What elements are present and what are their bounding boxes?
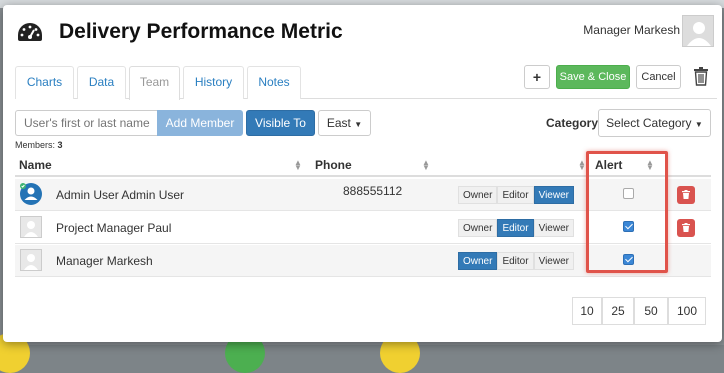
sort-icon[interactable]: ▲ ▼ (422, 159, 430, 172)
dashboard-gauge-icon (18, 23, 42, 41)
trash-icon (682, 190, 690, 199)
page-size-100[interactable]: 100 (668, 297, 706, 325)
user-silhouette-icon (24, 254, 38, 270)
member-name: Manager Markesh (56, 254, 153, 268)
visible-to-button[interactable]: Visible To (246, 110, 315, 136)
role-owner-button[interactable]: Owner (458, 186, 498, 204)
sort-icon[interactable]: ▲ ▼ (294, 159, 302, 172)
alert-checkbox[interactable] (623, 254, 634, 265)
role-viewer-button[interactable]: Viewer (533, 219, 574, 237)
user-silhouette-icon (687, 22, 711, 46)
role-toggle-group: Owner Editor Viewer (458, 219, 574, 237)
table-row: Project Manager Paul Owner Editor Viewer (15, 212, 711, 244)
members-count-value: 3 (57, 140, 63, 150)
role-viewer-button[interactable]: Viewer (533, 186, 574, 204)
sort-icon[interactable]: ▲ ▼ (646, 159, 654, 172)
category-select-label: Select Category (606, 116, 692, 130)
table-header: Name ▲ ▼ Phone ▲ ▼ ▲ ▼ Alert ▲ ▼ (15, 153, 711, 177)
category-label: Category (546, 116, 599, 130)
delete-member-button[interactable] (677, 219, 695, 237)
members-count: Members: 3 (15, 140, 63, 150)
admin-user-icon (20, 183, 42, 205)
tab-team[interactable]: Team (129, 66, 180, 100)
role-toggle-group: Owner Editor Viewer (458, 186, 574, 204)
cancel-button[interactable]: Cancel (636, 65, 681, 89)
page-size-25[interactable]: 25 (602, 297, 634, 325)
member-phone: 888555112 (343, 184, 403, 198)
page-size-50[interactable]: 50 (634, 297, 668, 325)
modal-header: Delivery Performance Metric Manager Mark… (3, 5, 722, 57)
column-header-phone[interactable]: Phone (315, 158, 352, 172)
current-user-avatar[interactable] (682, 15, 714, 47)
member-search-input[interactable] (15, 110, 160, 136)
team-modal: Delivery Performance Metric Manager Mark… (3, 5, 722, 342)
role-editor-button[interactable]: Editor (497, 252, 534, 270)
member-avatar (20, 216, 42, 238)
column-header-name[interactable]: Name (19, 158, 52, 172)
delete-member-button[interactable] (677, 186, 695, 204)
tab-notes[interactable]: Notes (247, 66, 301, 99)
add-member-button[interactable]: Add Member (157, 110, 243, 136)
role-toggle-group: Owner Editor Viewer (458, 252, 574, 270)
trash-icon (682, 223, 690, 232)
role-editor-button[interactable]: Editor (497, 186, 534, 204)
region-dropdown[interactable]: East ▼ (318, 110, 371, 136)
table-row: Admin User Admin User 888555112 Owner Ed… (15, 179, 711, 211)
modal-title: Delivery Performance Metric (59, 20, 343, 43)
tab-charts[interactable]: Charts (15, 66, 74, 99)
add-button[interactable]: + (524, 65, 550, 89)
page-size-selector: 10 25 50 100 (572, 297, 706, 325)
tab-history[interactable]: History (183, 66, 244, 99)
page-size-10[interactable]: 10 (572, 297, 602, 325)
member-name: Admin User Admin User (56, 188, 185, 202)
column-header-alert[interactable]: Alert (595, 158, 622, 172)
table-row: Manager Markesh Owner Editor Viewer (15, 245, 711, 277)
user-icon (20, 183, 38, 200)
member-name: Project Manager Paul (56, 221, 172, 235)
tab-data[interactable]: Data (77, 66, 126, 99)
role-owner-button[interactable]: Owner (458, 252, 498, 270)
user-silhouette-icon (24, 221, 38, 237)
current-user-name: Manager Markesh (583, 23, 680, 37)
caret-down-icon: ▼ (354, 120, 363, 129)
alert-checkbox[interactable] (623, 221, 634, 232)
caret-down-icon: ▼ (694, 120, 703, 129)
members-label: Members: (15, 140, 56, 150)
role-editor-button[interactable]: Editor (497, 219, 534, 237)
alert-checkbox[interactable] (623, 188, 634, 199)
role-viewer-button[interactable]: Viewer (533, 252, 574, 270)
role-owner-button[interactable]: Owner (458, 219, 498, 237)
category-select[interactable]: Select Category ▼ (598, 109, 711, 137)
member-avatar (20, 249, 42, 271)
save-close-button[interactable]: Save & Close (556, 65, 630, 89)
region-dropdown-label: East (326, 116, 351, 130)
trash-icon[interactable] (693, 66, 709, 86)
sort-icon[interactable]: ▲ ▼ (578, 159, 586, 172)
